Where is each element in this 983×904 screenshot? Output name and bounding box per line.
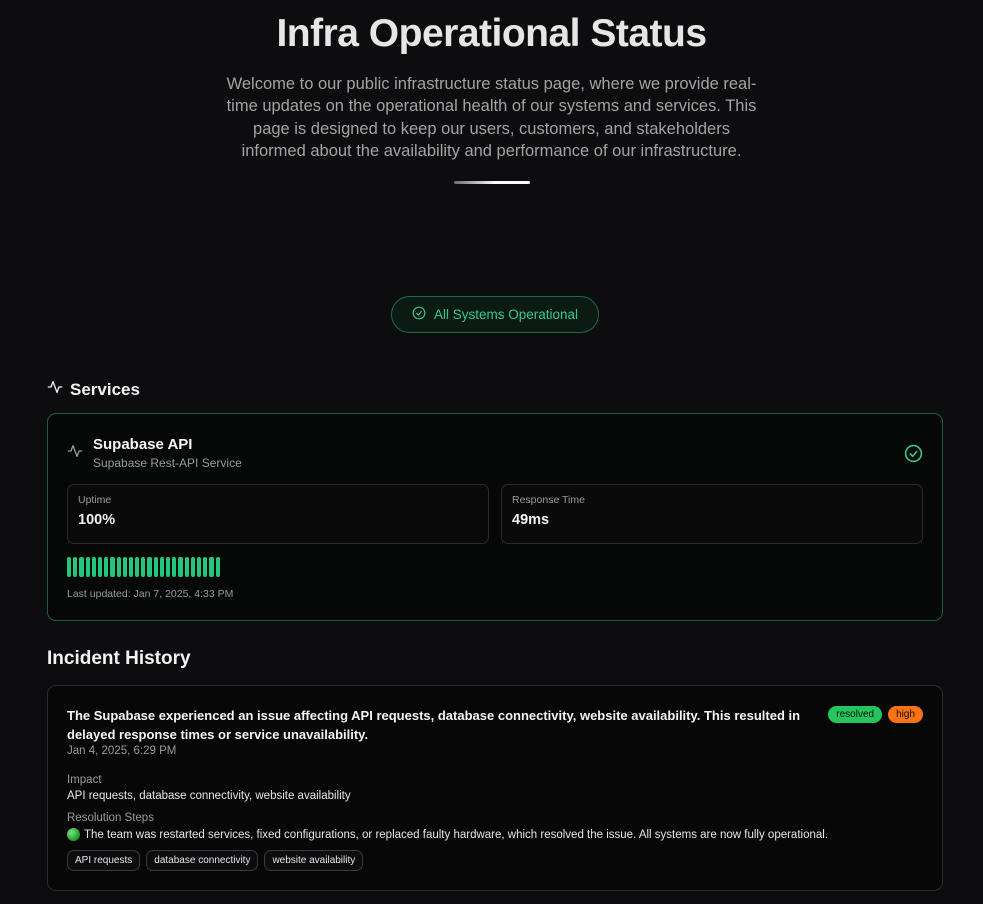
severity-badge: high [888, 706, 923, 723]
tag: API requests [67, 850, 141, 871]
response-time-metric: Response Time 49ms [501, 484, 923, 544]
uptime-label: Uptime [78, 494, 112, 506]
impact-label: Impact [67, 774, 102, 786]
service-header: Supabase API Supabase Rest-API Service [67, 436, 242, 470]
page-description: Welcome to our public infrastructure sta… [226, 75, 757, 161]
incident-date: Jan 4, 2025, 6:29 PM [67, 745, 177, 757]
uptime-bar[interactable] [85, 557, 90, 577]
uptime-history-bars [67, 557, 220, 577]
response-time-value: 49ms [512, 512, 550, 528]
header-divider [453, 180, 530, 184]
page-title: Infra Operational Status [276, 12, 707, 55]
tag: database connectivity [146, 850, 259, 871]
service-description: Supabase Rest-API Service [93, 456, 242, 470]
uptime-bar[interactable] [116, 557, 121, 577]
uptime-bar[interactable] [196, 557, 202, 577]
green-circle-icon [67, 828, 80, 841]
uptime-bar[interactable] [153, 557, 158, 577]
uptime-bar[interactable] [159, 557, 164, 577]
uptime-bar[interactable] [79, 557, 84, 577]
last-updated: Last updated: Jan 7, 2025, 4:33 PM [67, 588, 234, 600]
uptime-bar[interactable] [97, 557, 103, 577]
uptime-bar[interactable] [141, 557, 146, 577]
uptime-bar[interactable] [91, 557, 96, 577]
uptime-bar[interactable] [110, 557, 115, 577]
uptime-bar[interactable] [147, 557, 152, 577]
uptime-bar[interactable] [178, 557, 183, 577]
overall-status-label: All Systems Operational [433, 307, 579, 322]
services-title: Services [70, 379, 140, 399]
resolution-label: Resolution Steps [67, 812, 154, 824]
activity-icon [67, 443, 83, 464]
incident-summary: The Supabase experienced an issue affect… [67, 708, 801, 742]
tag: website availability [264, 850, 364, 871]
check-circle-icon [412, 306, 426, 323]
uptime-bar[interactable] [122, 557, 127, 577]
services-heading: Services [47, 379, 140, 400]
response-time-label: Response Time [512, 494, 585, 506]
resolution-row: The team was restarted services, fixed c… [67, 828, 828, 841]
impact-value: API requests, database connectivity, web… [67, 790, 351, 802]
uptime-bar[interactable] [172, 557, 177, 577]
resolution-value: The team was restarted services, fixed c… [84, 828, 829, 841]
incident-badges: resolved high [828, 706, 923, 723]
uptime-bar[interactable] [215, 557, 220, 577]
uptime-bar[interactable] [128, 557, 134, 577]
status-badge: resolved [828, 706, 883, 723]
uptime-bar[interactable] [73, 557, 78, 577]
service-card[interactable]: Supabase API Supabase Rest-API Service U… [47, 413, 943, 621]
uptime-bar[interactable] [67, 557, 72, 577]
uptime-bar[interactable] [203, 557, 208, 577]
page-header: Infra Operational Status Welcome to our … [0, 0, 983, 184]
uptime-bar[interactable] [209, 557, 214, 577]
activity-icon [47, 379, 63, 400]
uptime-bar[interactable] [104, 557, 109, 577]
service-name: Supabase API [93, 436, 193, 453]
uptime-value: 100% [78, 512, 116, 528]
check-circle-icon [904, 444, 923, 468]
overall-status-badge: All Systems Operational [391, 296, 599, 333]
uptime-bar[interactable] [135, 557, 140, 577]
uptime-metric: Uptime 100% [67, 484, 489, 544]
uptime-bar[interactable] [190, 557, 195, 577]
uptime-bar[interactable] [166, 557, 171, 577]
incident-card: The Supabase experienced an issue affect… [47, 685, 943, 891]
uptime-bar[interactable] [184, 557, 189, 577]
incident-tags: API requests database connectivity websi… [67, 850, 364, 871]
incident-history-heading: Incident History [47, 648, 191, 669]
